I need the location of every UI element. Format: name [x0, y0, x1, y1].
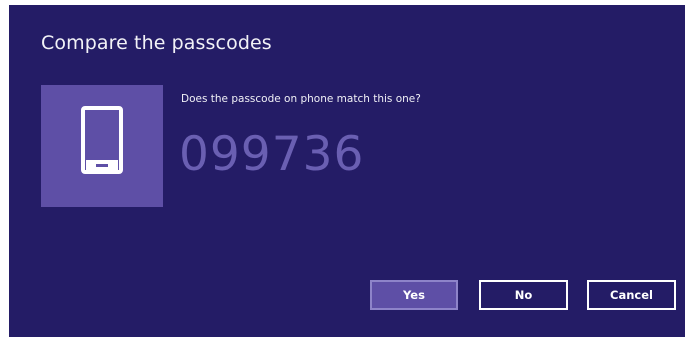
- passcode-value: 099736: [179, 127, 365, 182]
- cancel-button[interactable]: Cancel: [587, 280, 676, 310]
- device-tile: [41, 85, 163, 207]
- compare-passcodes-dialog: Compare the passcodes Does the passcode …: [9, 5, 685, 337]
- no-button[interactable]: No: [479, 280, 568, 310]
- passcode-question: Does the passcode on phone match this on…: [181, 93, 421, 105]
- phone-icon: [81, 106, 123, 174]
- dialog-title: Compare the passcodes: [41, 32, 272, 54]
- yes-button[interactable]: Yes: [370, 280, 458, 310]
